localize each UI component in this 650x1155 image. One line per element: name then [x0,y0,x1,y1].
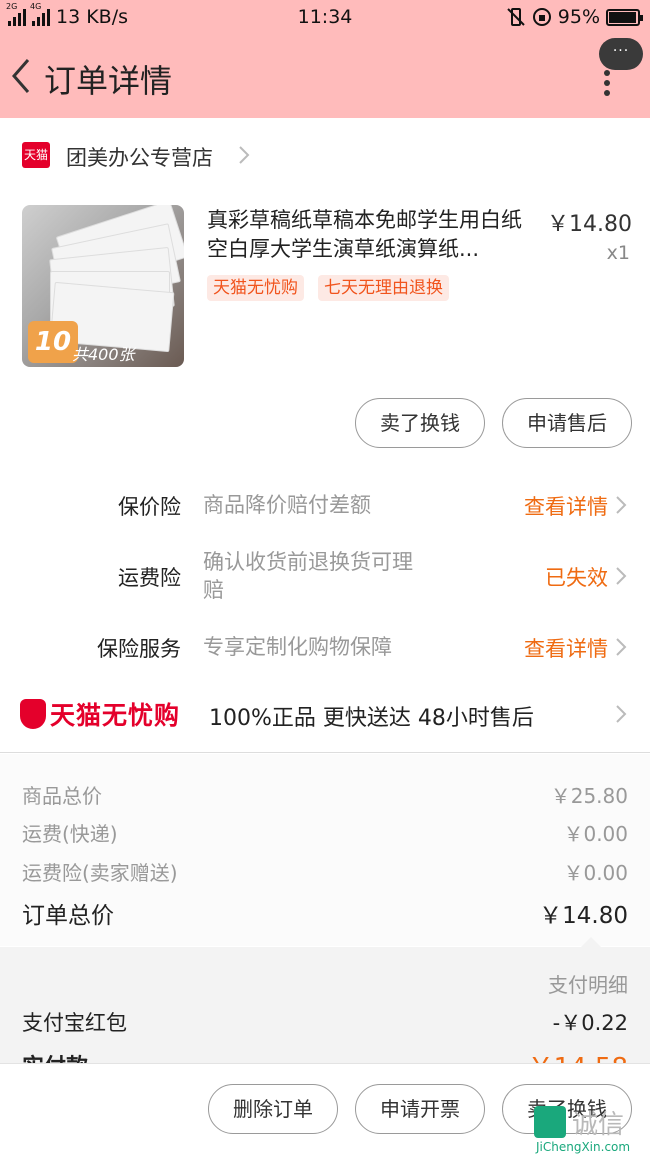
shipping-insurance-label: 运费险(卖家赠送) [22,861,178,885]
insurance-desc: 商品降价赔付差额 [203,493,371,517]
divider [0,752,650,753]
chevron-right-icon [616,638,627,656]
image-badge: 10 [28,321,78,363]
payment-detail-label: 支付明细 [548,973,628,997]
order-summary: 商品总价 ￥25.80 运费(快递) ￥0.00 运费险(卖家赠送) ￥0.00… [0,754,650,946]
more-bubble[interactable]: ··· [599,38,643,70]
items-total-label: 商品总价 [22,784,102,808]
insurance-label: 保价险 [118,495,181,519]
tmall-worry-free-logo: 天猫无忧购 [20,697,180,731]
insurance-label: 保险服务 [97,637,181,661]
alipay-redpacket-value: -￥0.22 [552,1011,628,1035]
tmall-shield-icon [20,699,46,729]
shop-name: 团美办公专营店 [66,146,213,170]
items-total-value: ￥25.80 [550,784,628,808]
tmall-badge-icon: 天猫 [22,142,50,168]
battery-icon [606,8,643,26]
watermark: 诚信 JiChengXin.com [532,1100,650,1155]
watermark-sub: JiChengXin.com [536,1140,631,1154]
status-right: 95% [506,6,643,28]
delete-order-button[interactable]: 删除订单 [208,1084,338,1134]
status-bar: 2G 4G 13 KB/s 11:34 95% [0,0,650,34]
tmall-promise-text: 100%正品 更快送达 48小时售后 [209,706,534,731]
view-details-link[interactable]: 查看详情 [524,491,608,521]
insurance-desc: 专享定制化购物保障 [203,635,392,659]
order-total-value: ￥14.80 [539,903,628,929]
shop-row[interactable]: 天猫 团美办公专营店 [0,120,650,188]
alipay-redpacket-label: 支付宝红包 [22,1011,127,1035]
shipping-insurance-value: ￥0.00 [563,861,628,885]
tag-tmall-worry-free: 天猫无忧购 [207,275,304,301]
chevron-right-icon [616,496,627,514]
view-details-link[interactable]: 查看详情 [524,633,608,663]
order-total-label: 订单总价 [22,903,114,929]
rotation-lock-icon [532,8,551,26]
product-image[interactable]: 10 共400张 [22,205,184,367]
watermark-logo-icon [534,1106,566,1138]
battery-percent: 95% [557,6,600,28]
payment-details[interactable]: 支付明细 支付宝红包 -￥0.22 实付款 ￥14.58 [0,947,650,1067]
insurance-label: 运费险 [118,566,181,590]
top-bar: 2G 4G 13 KB/s 11:34 95% 订单详情 ··· [0,0,650,118]
page-title: 订单详情 [44,62,173,100]
back-arrow-icon[interactable] [8,56,34,96]
tmall-logo-text: 天猫无忧购 [50,701,181,730]
after-sale-button[interactable]: 申请售后 [502,398,632,448]
vibrate-icon [507,8,525,26]
tag-7day-return: 七天无理由退换 [318,275,449,301]
product-price: ￥14.80 [547,212,632,237]
sell-button[interactable]: 卖了换钱 [355,398,485,448]
insurance-desc: 确认收货前退换货可理赔 [203,550,413,602]
chevron-right-icon [239,146,250,164]
more-menu-icon[interactable] [602,70,612,98]
chevron-right-icon [616,705,627,723]
chevron-right-icon [616,567,627,585]
shipping-label: 运费(快递) [22,822,118,846]
shipping-value: ￥0.00 [563,822,628,846]
product-title[interactable]: 真彩草稿纸草稿本免邮学生用白纸空白厚大学生演草纸演算纸... [207,206,537,264]
request-invoice-button[interactable]: 申请开票 [355,1084,485,1134]
product-quantity: x1 [606,242,630,264]
expired-status[interactable]: 已失效 [545,562,608,592]
watermark-text: 诚信 [572,1110,625,1140]
image-caption: 共400张 [72,345,135,364]
